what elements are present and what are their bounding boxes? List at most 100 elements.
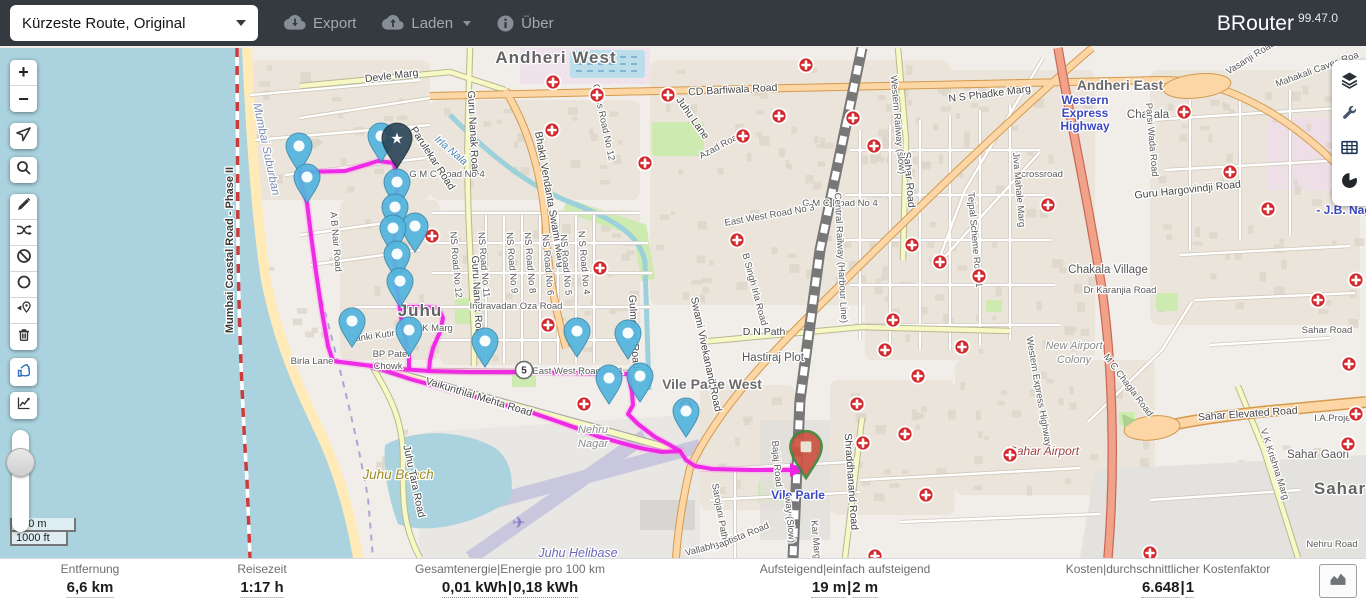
upvote-button[interactable] (10, 358, 37, 386)
ueber-button[interactable]: Über (497, 15, 554, 32)
map-label: Nehru (578, 424, 608, 436)
clinic-poi-icon (953, 338, 971, 356)
map-label: Chakala Village (1068, 264, 1148, 276)
draw-route-button[interactable] (10, 194, 37, 220)
stat-item: Gesamtenergie|Energie pro 100 km 0,01 kWh… (415, 562, 605, 598)
profile-select-value: Kürzeste Route, Original (22, 14, 186, 32)
map-label: Mumbai Coastal Road - Phase II (224, 167, 236, 333)
map-label: Highway (1060, 119, 1110, 133)
poi-marker-icon (16, 300, 32, 321)
shuffle-icon (16, 222, 32, 243)
map-canvas[interactable]: ✈ Andheri West Andheri East Chakala Western… (0, 37, 1366, 594)
clinic-poi-icon (734, 127, 752, 145)
stat-label: Entfernung (60, 562, 120, 576)
info-icon (497, 15, 514, 32)
apron (640, 500, 695, 530)
top-navbar: Kürzeste Route, Original Export Laden Üb… (0, 0, 1366, 46)
clinic-poi-icon (909, 367, 927, 385)
nogo-button[interactable] (10, 246, 37, 272)
layers-button[interactable] (1336, 70, 1362, 96)
like-control (10, 358, 37, 386)
stat-value: 19 m|2 m (811, 579, 879, 598)
thumbs-up-icon (16, 362, 32, 383)
zoom-in-button[interactable]: + (10, 60, 37, 86)
clinic-poi-icon (844, 109, 862, 127)
ueber-button-label: Über (521, 14, 554, 32)
map-label: Juhu (398, 301, 443, 320)
circle-nogo-button[interactable] (10, 272, 37, 298)
map-label: Colony (1057, 354, 1093, 366)
svg-text:5: 5 (521, 366, 527, 377)
clinic-poi-icon (797, 56, 815, 74)
map-label: Express (1062, 106, 1109, 120)
search-control (10, 157, 37, 183)
elevation-profile-button[interactable] (1319, 564, 1357, 598)
clinic-poi-icon (544, 73, 562, 91)
clinic-poi-icon (1340, 355, 1358, 373)
clinic-poi-icon (1347, 271, 1365, 289)
map-label: crossroad (1021, 169, 1063, 180)
stats-pie-button[interactable] (1336, 170, 1362, 196)
stat-item: Aufsteigend|einfach aufsteigend 19 m|2 m (759, 562, 931, 598)
clinic-poi-icon (1039, 196, 1057, 214)
scale-imperial: 1000 ft (10, 532, 68, 546)
map-label: Birla Lane (291, 356, 334, 367)
map-label: Juhu Beach (361, 467, 433, 482)
map-label: Andheri East (1077, 77, 1164, 93)
stat-label: Reisezeit (237, 562, 287, 576)
clinic-poi-icon (1259, 200, 1277, 218)
locate-control (10, 123, 37, 149)
laden-caret-icon (463, 20, 472, 26)
poi-toggle-button[interactable] (10, 298, 37, 324)
profile-chart-control (10, 392, 37, 419)
clinic-poi-icon (1001, 446, 1019, 464)
clinic-poi-icon (1339, 435, 1357, 453)
clinic-poi-icon (854, 434, 872, 452)
clinic-poi-icon (1347, 405, 1365, 423)
slider-thumb[interactable] (6, 448, 35, 477)
zoom-control: + − (10, 60, 37, 112)
profile-select[interactable]: Kürzeste Route, Original (10, 5, 258, 41)
edit-toolbar (10, 194, 37, 350)
delete-button[interactable] (10, 324, 37, 350)
clinic-poi-icon (636, 154, 654, 172)
clinic-poi-icon (588, 86, 606, 104)
transparency-slider[interactable] (6, 430, 35, 532)
histogram-icon (1329, 571, 1347, 591)
map-label: Nehru Road (1306, 539, 1357, 550)
status-bar: Entfernung 6,6 km Reisezeit 1:17 h Gesamtene… (0, 558, 1366, 603)
export-button[interactable]: Export (284, 15, 356, 32)
svg-text:★: ★ (390, 130, 403, 147)
map-label: Andheri West (495, 48, 616, 67)
locate-button[interactable] (10, 123, 37, 149)
app-brand: BRouter 99.47.0 (1217, 11, 1338, 36)
zoom-out-button[interactable]: − (10, 86, 37, 112)
locate-icon (15, 126, 32, 147)
reroute-shuffle-button[interactable] (10, 220, 37, 246)
laden-dropdown[interactable]: Laden (382, 15, 472, 32)
ban-icon (16, 248, 32, 269)
map-label: Sahar (1314, 479, 1366, 498)
clinic-poi-icon (866, 547, 884, 565)
stat-value: 0,01 kWh|0,18 kWh (441, 579, 579, 598)
map-label: Nagar (578, 438, 609, 450)
search-button[interactable] (10, 157, 37, 183)
elevation-chart-button[interactable] (10, 392, 37, 419)
map-label: Dr Karanjia Road (1084, 285, 1157, 296)
clinic-poi-icon (659, 86, 677, 104)
stat-item: Entfernung 6,6 km (60, 562, 120, 598)
map-label: Indravadan Oza Road (470, 301, 563, 312)
map-label: Sahar Road (1302, 325, 1353, 336)
trash-icon (16, 327, 32, 348)
settings-button[interactable] (1336, 103, 1362, 129)
export-button-label: Export (313, 14, 357, 32)
road-shield: 5 (514, 360, 534, 380)
table-icon (1340, 139, 1358, 161)
data-table-button[interactable] (1336, 137, 1362, 163)
stat-item: Kosten|durchschnittlicher Kostenfaktor 6.… (1066, 562, 1270, 598)
stat-value: 6,6 km (66, 579, 114, 598)
circle-icon (16, 274, 32, 295)
stat-label: Aufsteigend|einfach aufsteigend (759, 562, 931, 576)
cloud-upload-icon (382, 15, 404, 31)
clinic-poi-icon (1309, 291, 1327, 309)
